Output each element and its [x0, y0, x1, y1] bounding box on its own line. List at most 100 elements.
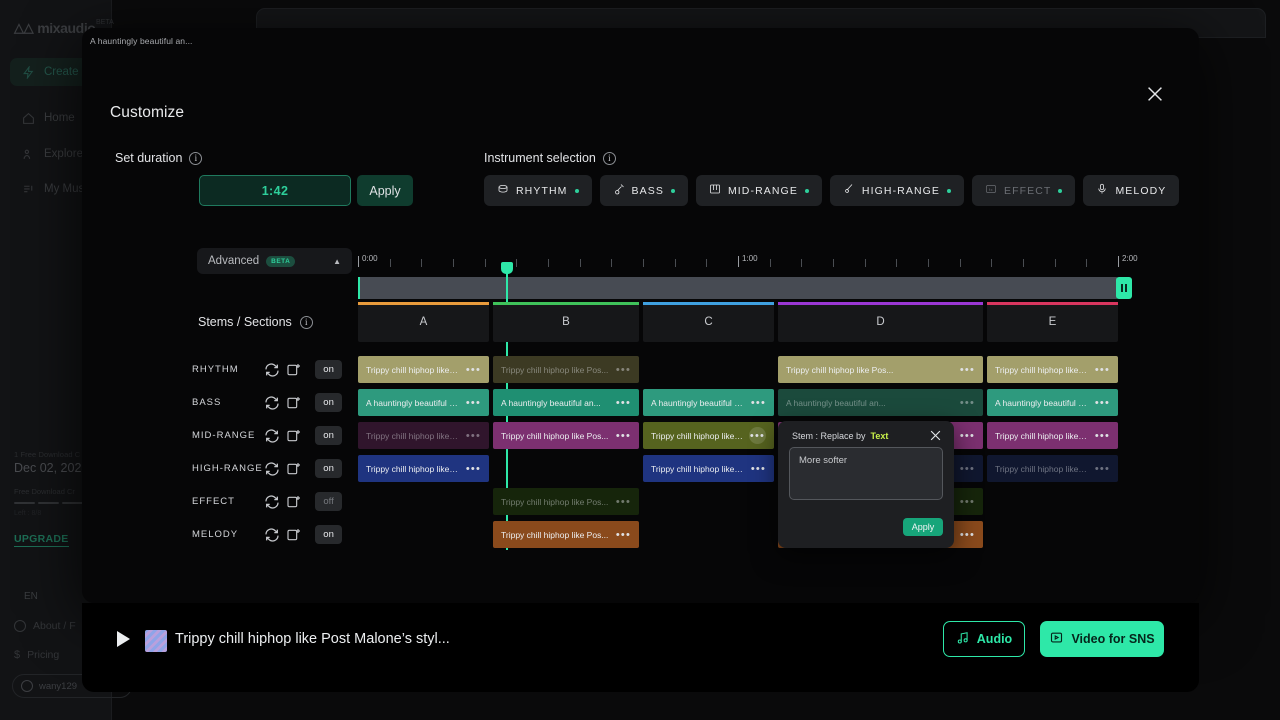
regenerate-stem-icon[interactable]	[264, 395, 280, 411]
close-modal-button[interactable]	[1137, 76, 1173, 112]
section-header-e[interactable]: E	[987, 302, 1118, 342]
add-stem-icon[interactable]	[286, 527, 302, 543]
clip-cell[interactable]: Trippy chill hiphop like Pos... •••	[987, 422, 1118, 449]
stem-toggle-effect[interactable]: off	[315, 492, 342, 511]
clip-menu-button[interactable]: •••	[616, 532, 631, 538]
add-stem-icon[interactable]	[286, 494, 302, 510]
instrument-button-rhythm[interactable]: RHYTHM	[484, 175, 592, 206]
advanced-toggle[interactable]: Advanced BETA ▲	[197, 248, 352, 274]
clip-menu-button[interactable]: •••	[751, 466, 766, 472]
clip-cell[interactable]: A hauntingly beautiful an...•••	[778, 389, 983, 416]
timeline-ruler[interactable]: 0:001:002:00	[358, 254, 1118, 274]
info-icon[interactable]: i	[603, 152, 616, 165]
clip-cell[interactable]: Trippy chill hiphop like Pos...•••	[358, 455, 489, 482]
about-faq-link[interactable]: About / F	[14, 620, 76, 632]
add-stem-icon[interactable]	[286, 362, 302, 378]
regenerate-stem-icon[interactable]	[264, 461, 280, 477]
section-header-c[interactable]: C	[643, 302, 774, 342]
clip-cell[interactable]: Trippy chill hiphop like Pos...•••	[358, 356, 489, 383]
play-button[interactable]	[117, 631, 130, 647]
clip-cell[interactable]: Trippy chill hiphop like Pos...•••	[493, 521, 639, 548]
clip-cell[interactable]: A hauntingly beautiful an...•••	[987, 389, 1118, 416]
regenerate-stem-icon[interactable]	[264, 428, 280, 444]
clip-menu-button[interactable]: •••	[466, 433, 481, 439]
clip-cell[interactable]: Trippy chill hiphop like Pos...•••	[643, 455, 774, 482]
bass-guitar-icon	[613, 183, 625, 198]
clip-cell[interactable]: Trippy chill hiphop like Pos...•••	[358, 422, 489, 449]
add-stem-icon[interactable]	[286, 461, 302, 477]
timeline-scrub-track[interactable]	[358, 277, 1118, 299]
set-duration-label: Set duration i	[115, 151, 202, 165]
clip-cell[interactable]: A hauntingly beautiful an...•••	[493, 389, 639, 416]
clip-menu-button[interactable]: •••	[616, 367, 631, 373]
section-header-b[interactable]: B	[493, 302, 639, 342]
popup-apply-button[interactable]: Apply	[903, 518, 943, 536]
section-label: D	[876, 316, 884, 328]
duration-input[interactable]: 1:42	[199, 175, 351, 206]
clip-menu-button[interactable]: •••	[960, 433, 975, 439]
clip-menu-button[interactable]: •••	[960, 400, 975, 406]
instrument-button-melody[interactable]: MELODY	[1083, 175, 1179, 206]
instrument-button-mid-range[interactable]: MID-RANGE	[696, 175, 822, 206]
clip-cell[interactable]: Trippy chill hiphop like Pos...•••	[493, 356, 639, 383]
info-icon[interactable]: i	[300, 316, 313, 329]
clip-menu-button[interactable]: •••	[1095, 367, 1110, 373]
section-header-d[interactable]: D	[778, 302, 983, 342]
clip-menu-button[interactable]: •••	[751, 400, 766, 406]
section-header-a[interactable]: A	[358, 302, 489, 342]
download-video-button[interactable]: Video for SNS	[1040, 621, 1164, 657]
stem-toggle-bass[interactable]: on	[315, 393, 342, 412]
regenerate-stem-icon[interactable]	[264, 527, 280, 543]
stem-row-high-range: HIGH-RANGEon	[192, 452, 342, 485]
download-audio-button[interactable]: Audio	[943, 621, 1025, 657]
clip-menu-button[interactable]: •••	[960, 499, 975, 505]
clip-cell[interactable]: Trippy chill hiphop like Pos...•••	[493, 488, 639, 515]
pricing-link[interactable]: $ Pricing	[14, 649, 59, 661]
clip-menu-button[interactable]: •••	[1095, 433, 1110, 439]
pause-button[interactable]	[1116, 277, 1132, 299]
stem-toggle-mid-range[interactable]: on	[315, 426, 342, 445]
clip-menu-button[interactable]: •••	[466, 367, 481, 373]
clip-menu-button[interactable]: •••	[960, 466, 975, 472]
clip-menu-button[interactable]: •••	[960, 367, 975, 373]
stem-toggle-high-range[interactable]: on	[315, 459, 342, 478]
add-stem-icon[interactable]	[286, 395, 302, 411]
clip-menu-button[interactable]: •••	[616, 400, 631, 406]
instrument-button-high-range[interactable]: HIGH-RANGE	[830, 175, 964, 206]
clip-menu-button[interactable]: •••	[1095, 466, 1110, 472]
popup-close-button[interactable]	[928, 428, 944, 444]
clip-menu-button[interactable]: •••	[466, 400, 481, 406]
clip-cell[interactable]: Trippy chill hiphop like Pos...•••	[987, 356, 1118, 383]
clip-menu-button[interactable]: •••	[616, 433, 631, 439]
info-icon[interactable]: i	[189, 152, 202, 165]
clip-label: Trippy chill hiphop like Pos...	[786, 365, 954, 375]
clip-menu-button[interactable]: •••	[1095, 400, 1110, 406]
regenerate-stem-icon[interactable]	[264, 494, 280, 510]
clip-cell[interactable]: Trippy chill hiphop like Pos... •••	[778, 356, 983, 383]
clip-cell[interactable]: Trippy chill hiphop like Pos...•••	[987, 455, 1118, 482]
clip-cell[interactable]: A hauntingly beautiful an...•••	[643, 389, 774, 416]
upgrade-link[interactable]: UPGRADE	[14, 533, 69, 547]
apply-duration-button[interactable]: Apply	[357, 175, 413, 206]
instrument-label-rhythm: RHYTHM	[516, 185, 568, 197]
clip-menu-button[interactable]: •••	[960, 532, 975, 538]
app-root: △△ mixaudio BETA Create Home Explore	[0, 0, 1280, 720]
replace-text-input[interactable]	[789, 447, 943, 500]
instrument-button-effect[interactable]: fx EFFECT	[972, 175, 1075, 206]
stem-toggle-rhythm[interactable]: on	[315, 360, 342, 379]
instrument-selection-text: Instrument selection	[484, 151, 596, 165]
clip-menu-button[interactable]: •••	[616, 499, 631, 505]
clip-cell[interactable]: Trippy chill hiphop like Pos...•••	[643, 422, 774, 449]
add-stem-icon[interactable]	[286, 428, 302, 444]
language-selector[interactable]: EN	[24, 591, 38, 602]
playhead-handle[interactable]	[501, 262, 513, 274]
player-footer: Trippy chill hiphop like Post Malone’s s…	[82, 603, 1199, 692]
regenerate-stem-icon[interactable]	[264, 362, 280, 378]
clip-cell[interactable]: Trippy chill hiphop like Pos...•••	[493, 422, 639, 449]
clip-cell[interactable]: A hauntingly beautiful an...•••	[358, 389, 489, 416]
clip-menu-button[interactable]: •••	[749, 427, 766, 444]
clip-label: Trippy chill hiphop like Pos...	[995, 431, 1089, 441]
stem-toggle-melody[interactable]: on	[315, 525, 342, 544]
instrument-button-bass[interactable]: BASS	[600, 175, 688, 206]
clip-menu-button[interactable]: •••	[466, 466, 481, 472]
